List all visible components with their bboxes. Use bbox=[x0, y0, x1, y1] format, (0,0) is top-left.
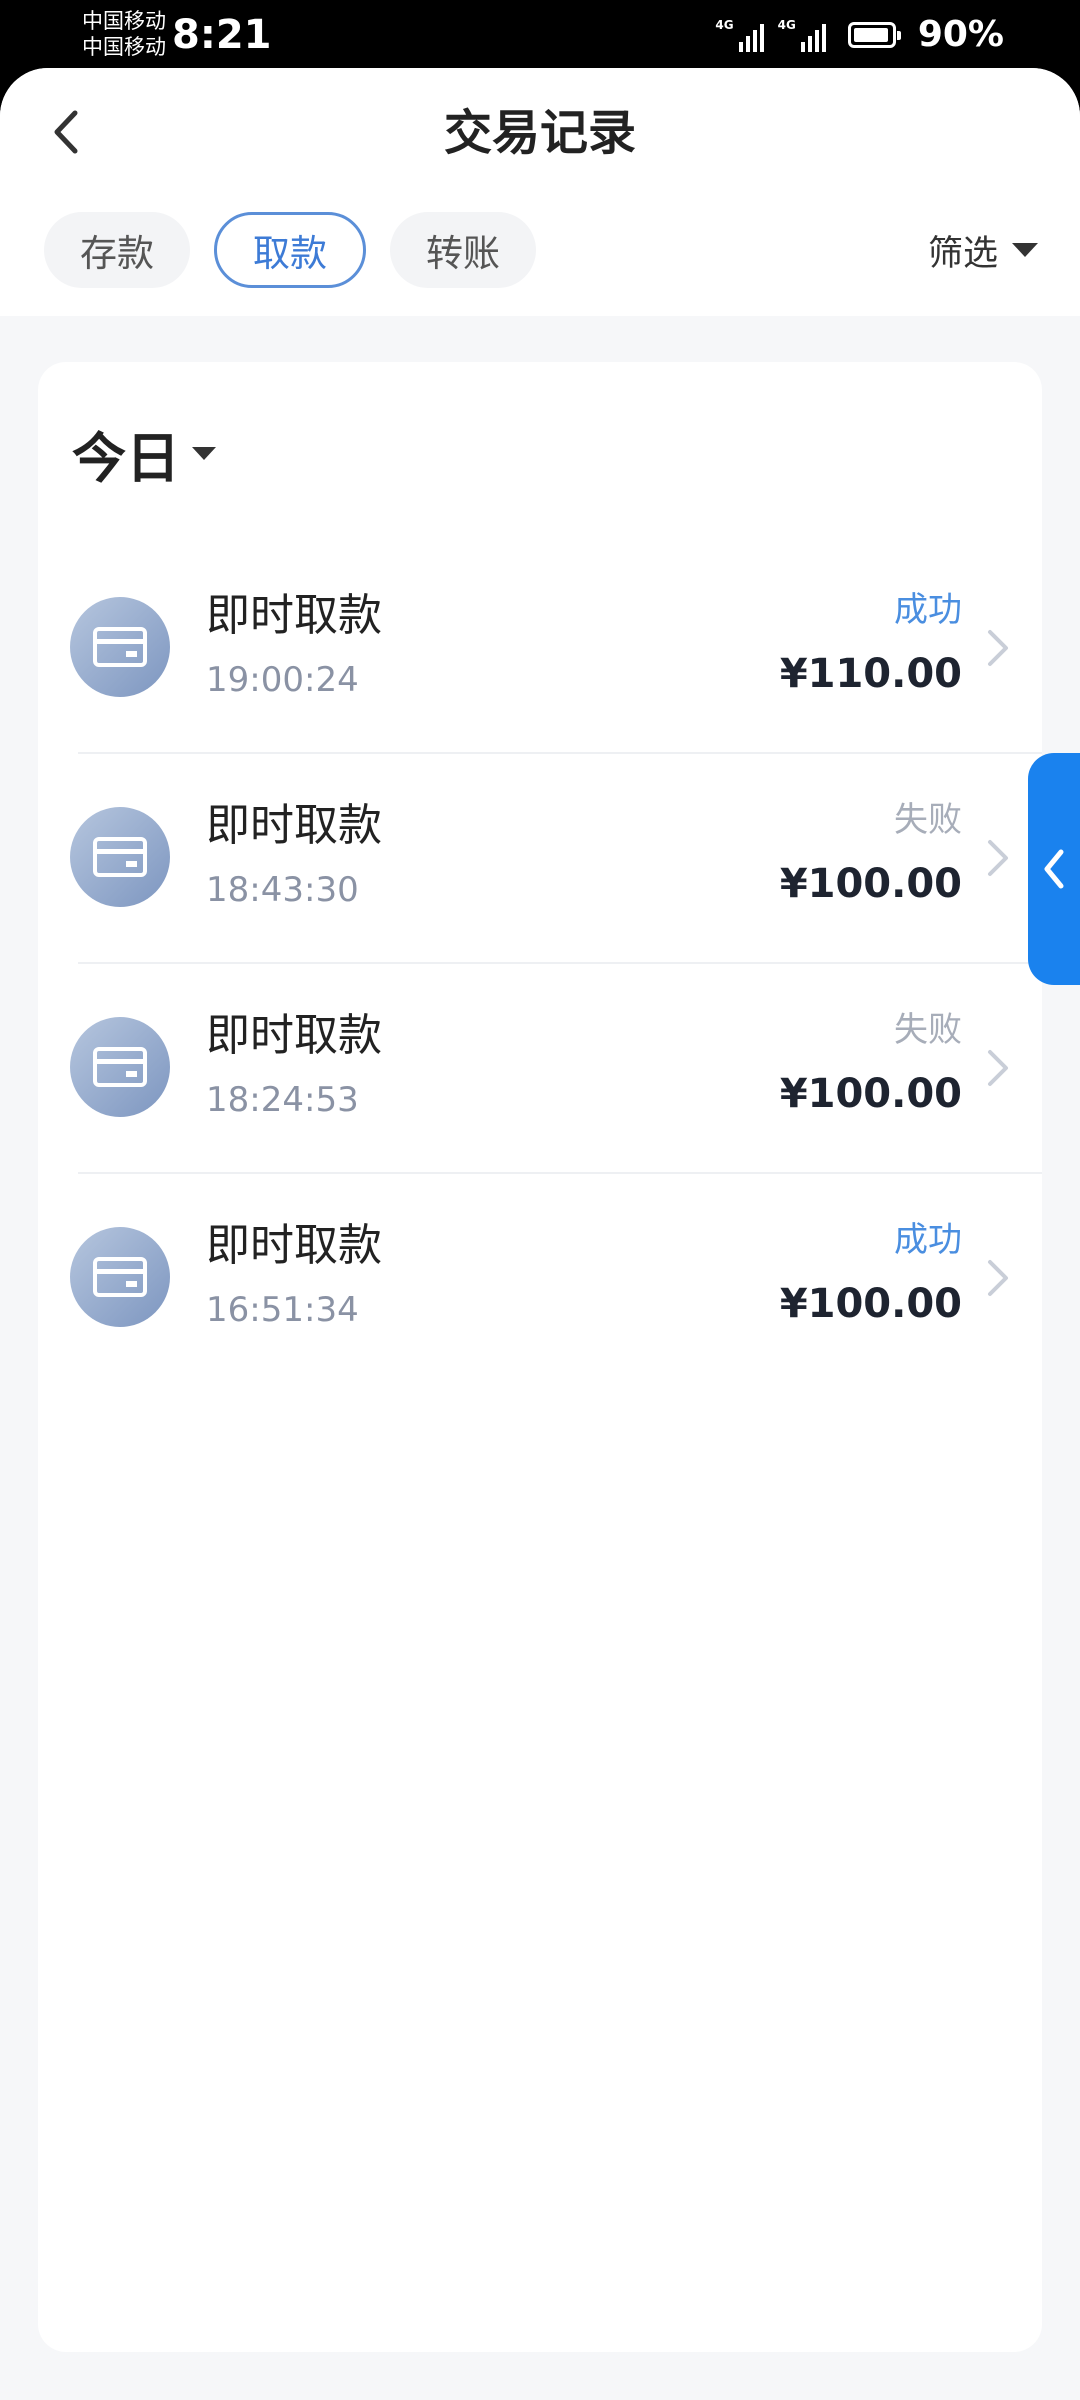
transaction-time: 19:00:24 bbox=[206, 660, 359, 700]
transaction-amount: ¥100.00 bbox=[779, 1071, 962, 1117]
caret-down-icon bbox=[1012, 243, 1038, 257]
chevron-right-icon bbox=[988, 1050, 1008, 1086]
status-badge: 失败 bbox=[894, 800, 962, 840]
card-icon bbox=[70, 597, 170, 697]
transaction-list: 即时取款 19:00:24 成功 ¥110.00 即时取款 18:43:30 失… bbox=[38, 542, 1042, 1382]
date-filter-dropdown[interactable]: 今日 bbox=[72, 414, 216, 493]
date-filter-label: 今日 bbox=[72, 427, 180, 490]
tab-withdraw[interactable]: 取款 bbox=[214, 212, 366, 288]
main-sheet: 交易记录 存款 取款 转账 筛选 今日 即时取款 19:00:24 成功 ¥11… bbox=[0, 68, 1080, 2400]
transaction-title: 即时取款 bbox=[206, 1010, 382, 1061]
transaction-amount: ¥100.00 bbox=[779, 861, 962, 907]
status-bar: 中国移动 中国移动 8:21 4G 4G 90% bbox=[0, 0, 1080, 70]
transaction-title: 即时取款 bbox=[206, 1220, 382, 1271]
tab-transfer[interactable]: 转账 bbox=[390, 212, 536, 288]
tab-deposit[interactable]: 存款 bbox=[44, 212, 190, 288]
card-icon bbox=[70, 807, 170, 907]
page-title: 交易记录 bbox=[443, 105, 636, 161]
battery-icon bbox=[847, 21, 901, 48]
card-icon bbox=[70, 1227, 170, 1327]
transaction-card: 今日 即时取款 19:00:24 成功 ¥110.00 即时取款 18:43:3… bbox=[38, 362, 1042, 2352]
chevron-right-icon bbox=[988, 630, 1008, 666]
transaction-time: 18:24:53 bbox=[206, 1080, 359, 1120]
signal-icon: 4G bbox=[778, 18, 826, 52]
transaction-time: 18:43:30 bbox=[206, 870, 359, 910]
card-icon bbox=[70, 1017, 170, 1117]
status-badge: 成功 bbox=[894, 1220, 962, 1260]
battery-percent: 90% bbox=[917, 14, 1004, 55]
chevron-right-icon bbox=[988, 1260, 1008, 1296]
carrier-2: 中国移动 bbox=[82, 35, 166, 59]
carrier-info: 中国移动 中国移动 bbox=[82, 8, 166, 60]
chevron-right-icon bbox=[988, 840, 1008, 876]
transaction-amount: ¥110.00 bbox=[779, 651, 962, 697]
status-time: 8:21 bbox=[172, 12, 272, 58]
status-badge: 成功 bbox=[894, 590, 962, 630]
chevron-left-icon bbox=[1044, 849, 1064, 889]
transaction-title: 即时取款 bbox=[206, 590, 382, 641]
header: 交易记录 存款 取款 转账 筛选 bbox=[0, 68, 1080, 316]
status-indicators: 4G 4G 90% bbox=[715, 14, 1004, 55]
caret-down-icon bbox=[192, 447, 216, 460]
transaction-row[interactable]: 即时取款 18:43:30 失败 ¥100.00 bbox=[38, 752, 1042, 962]
transaction-time: 16:51:34 bbox=[206, 1290, 359, 1330]
transaction-row[interactable]: 即时取款 19:00:24 成功 ¥110.00 bbox=[38, 542, 1042, 752]
network-label: 4G bbox=[777, 17, 796, 32]
side-drawer-handle[interactable] bbox=[1028, 753, 1080, 985]
filter-label: 筛选 bbox=[927, 233, 998, 274]
tab-bar: 存款 取款 转账 bbox=[44, 212, 536, 288]
transaction-row[interactable]: 即时取款 16:51:34 成功 ¥100.00 bbox=[38, 1172, 1042, 1382]
signal-icon: 4G bbox=[715, 17, 764, 52]
transaction-row[interactable]: 即时取款 18:24:53 失败 ¥100.00 bbox=[38, 962, 1042, 1172]
filter-button[interactable]: 筛选 bbox=[928, 220, 1038, 280]
network-label: 4G bbox=[715, 17, 734, 32]
transaction-amount: ¥100.00 bbox=[779, 1281, 962, 1327]
transaction-title: 即时取款 bbox=[206, 800, 382, 851]
status-badge: 失败 bbox=[894, 1010, 962, 1050]
carrier-1: 中国移动 bbox=[82, 9, 166, 33]
